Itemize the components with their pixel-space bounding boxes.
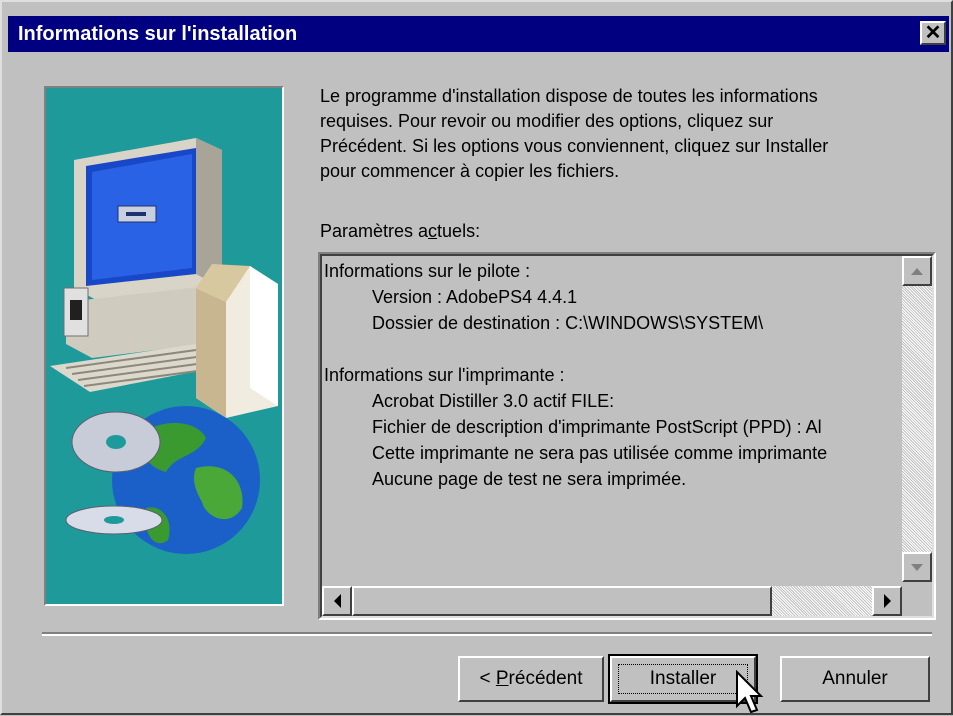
scroll-right-button[interactable] (872, 586, 902, 616)
list-item: Informations sur le pilote : (324, 261, 531, 281)
close-icon: ✕ (924, 22, 942, 44)
arrow-up-icon (911, 267, 923, 275)
intro-line: pour commencer à copier les fichiers. (320, 161, 620, 181)
intro-text: Le programme d'installation dispose de t… (320, 84, 930, 184)
focus-rectangle (618, 664, 748, 694)
list-item: Cette imprimante ne sera pas utilisée co… (372, 443, 828, 463)
back-button-label: < Précédent (479, 668, 583, 689)
list-item: Acrobat Distiller 3.0 actif FILE: (372, 391, 615, 411)
scrollbar-corner (902, 586, 932, 616)
window-title: Informations sur l'installation (18, 23, 298, 45)
list-item: Version : AdobePS4 4.4.1 (372, 287, 578, 307)
cancel-button-label: Annuler (822, 668, 888, 689)
scroll-left-button[interactable] (322, 586, 352, 616)
list-item: Dossier de destination : C:\WINDOWS\SYST… (372, 313, 764, 333)
close-button[interactable]: ✕ (920, 21, 946, 45)
horizontal-scroll-thumb[interactable] (352, 586, 772, 616)
title-bar[interactable]: Informations sur l'installation ✕ (8, 16, 949, 52)
intro-line: Le programme d'installation dispose de t… (320, 86, 818, 106)
scroll-up-button[interactable] (902, 256, 932, 286)
settings-listbox[interactable]: Informations sur le pilote : Version : A… (318, 252, 936, 620)
computer-globe-illustration (50, 138, 278, 554)
intro-line: Précédent. Si les options vous convienne… (320, 136, 829, 156)
wizard-illustration (44, 86, 284, 606)
divider (42, 632, 932, 636)
list-item: Aucune page de test ne sera imprimée. (372, 469, 687, 489)
list-item: Informations sur l'imprimante : (324, 365, 565, 385)
setup-dialog: Informations sur l'installation ✕ Le pro… (0, 0, 953, 715)
back-button[interactable]: < Précédent (458, 656, 604, 702)
scroll-down-button[interactable] (902, 552, 932, 582)
arrow-right-icon (883, 594, 891, 608)
settings-list: Informations sur le pilote : Version : A… (324, 258, 898, 576)
arrow-left-icon (333, 594, 341, 608)
intro-line: requises. Pour revoir ou modifier des op… (320, 111, 774, 131)
arrow-down-icon (911, 563, 923, 571)
current-settings-label: Paramètres actuels: (320, 221, 481, 241)
vertical-scrollbar[interactable] (902, 256, 932, 582)
list-item: Fichier de description d'imprimante Post… (372, 417, 822, 437)
cancel-button[interactable]: Annuler (780, 656, 930, 702)
list-item-blank (324, 336, 898, 362)
horizontal-scrollbar[interactable] (322, 586, 902, 616)
mouse-pointer-icon (736, 670, 764, 714)
